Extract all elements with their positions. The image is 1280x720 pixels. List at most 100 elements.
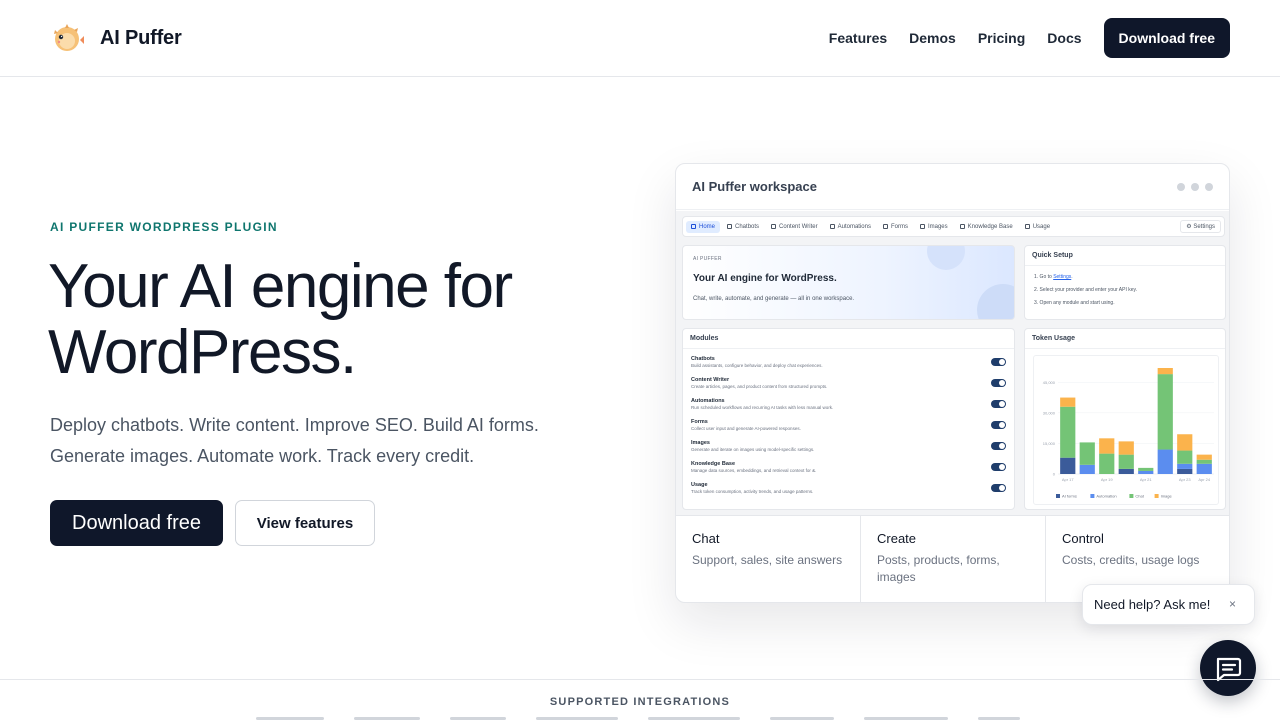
module-desc: Run scheduled workflows and recurring AI… <box>691 405 834 410</box>
module-row-chatbots: Chatbots Build assistants, configure beh… <box>683 353 1014 374</box>
view-features-button[interactable]: View features <box>235 500 375 546</box>
brand-name: AI Puffer <box>100 26 182 49</box>
quick-setup-step-2: 2. Select your provider and enter your A… <box>1034 287 1138 293</box>
chart-bar-segment <box>1138 467 1154 471</box>
feature-title: Chat <box>692 531 720 546</box>
section-divider <box>0 679 1280 680</box>
nav-link-docs[interactable]: Docs <box>1047 30 1081 46</box>
site-header: AI Puffer Features Demos Pricing Docs Do… <box>0 0 1280 77</box>
settings-button[interactable]: ⚙ Settings <box>1180 220 1221 233</box>
hero-subtitle-line2: Generate images. Automate work. Track ev… <box>50 446 475 466</box>
module-toggle[interactable] <box>991 358 1006 366</box>
brand[interactable]: AI Puffer <box>50 20 182 56</box>
tab-content-writer[interactable]: Content Writer <box>766 221 823 233</box>
nav-link-pricing[interactable]: Pricing <box>978 30 1025 46</box>
chatbot-icon <box>727 224 733 229</box>
feature-title: Control <box>1062 531 1104 546</box>
tab-label: Forms <box>890 223 908 230</box>
module-desc: Generate and iterate on images using mod… <box>691 447 815 452</box>
help-bubble[interactable]: Need help? Ask me! × <box>1082 584 1255 625</box>
tab-automations[interactable]: Automations <box>825 221 876 233</box>
module-name: Chatbots <box>691 356 715 362</box>
module-name: Content Writer <box>691 377 730 383</box>
feature-desc: Posts, products, forms, images <box>877 553 1000 584</box>
banner-eyebrow: AI PUFFER <box>693 256 722 262</box>
feature-chat: Chat Support, sales, site answers <box>676 516 861 602</box>
chart-bar-segment <box>1177 434 1193 451</box>
window-dot <box>1191 183 1199 191</box>
chart-bar-segment <box>1118 441 1134 455</box>
module-toggle[interactable] <box>991 442 1006 450</box>
feature-title: Create <box>877 531 917 546</box>
form-icon <box>882 224 888 229</box>
module-desc: Create articles, pages, and product cont… <box>691 384 828 389</box>
chart-bar-segment <box>1060 406 1076 458</box>
chart-legend-swatch <box>1056 494 1060 498</box>
chart-legend-label: AI forms <box>1062 494 1077 499</box>
tab-chatbots[interactable]: Chatbots <box>722 221 764 233</box>
chart-bar-segment <box>1157 368 1173 375</box>
workspace-body: Home Chatbots Content Writer Automations… <box>676 211 1229 515</box>
tab-forms[interactable]: Forms <box>878 221 913 233</box>
module-toggle[interactable] <box>991 421 1006 429</box>
tab-label: Knowledge Base <box>967 223 1013 230</box>
tab-usage[interactable]: Usage <box>1020 221 1055 233</box>
welcome-banner: AI PUFFER Your AI engine for WordPress. … <box>682 245 1015 320</box>
tab-label: Automations <box>837 223 871 230</box>
nav-link-features[interactable]: Features <box>829 30 887 46</box>
module-desc: Collect user input and generate AI-power… <box>691 426 801 431</box>
module-toggle[interactable] <box>991 400 1006 408</box>
module-row-automations: Automations Run scheduled workflows and … <box>683 395 1014 416</box>
module-toggle[interactable] <box>991 379 1006 387</box>
tab-images[interactable]: Images <box>915 221 953 233</box>
close-icon[interactable]: × <box>1229 597 1236 611</box>
decorative-circle <box>927 246 965 270</box>
chart-y-tick-label: 30,000 <box>1043 410 1056 415</box>
settings-link[interactable]: Settings <box>1053 274 1071 280</box>
chart-y-tick-label: 0 <box>1053 472 1056 477</box>
module-desc: Track token consumption, activity trends… <box>691 489 814 494</box>
chart-x-tick-label: Apr 23 <box>1179 477 1192 482</box>
module-name: Automations <box>691 398 725 404</box>
chart-x-tick-label: Apr 19 <box>1101 477 1114 482</box>
chart-legend-swatch <box>1090 494 1095 498</box>
modules-title: Modules <box>683 329 1014 349</box>
module-toggle[interactable] <box>991 484 1006 492</box>
header-download-button[interactable]: Download free <box>1103 18 1230 58</box>
chart-bar-segment <box>1177 450 1193 464</box>
tab-home[interactable]: Home <box>686 220 721 233</box>
window-dot <box>1177 183 1185 191</box>
chart-x-tick-label: Apr 21 <box>1140 477 1153 482</box>
step-text: 1. Go to <box>1034 274 1054 280</box>
image-icon <box>919 224 925 229</box>
workspace-title: AI Puffer workspace <box>692 179 817 194</box>
chart-y-tick-label: 15,000 <box>1043 441 1056 446</box>
quick-setup-panel: Quick Setup 1. Go to Settings. 2. Select… <box>1024 245 1226 320</box>
chart-legend-swatch <box>1154 494 1159 498</box>
hero-subtitle: Deploy chatbots. Write content. Improve … <box>50 410 610 472</box>
feature-desc: Costs, credits, usage logs <box>1062 553 1200 567</box>
chart-bar-segment <box>1118 454 1134 469</box>
tab-label: Chatbots <box>735 223 760 230</box>
tab-knowledge-base[interactable]: Knowledge Base <box>955 221 1018 233</box>
hero-download-button[interactable]: Download free <box>50 500 223 546</box>
hero-eyebrow: AI PUFFER WORDPRESS PLUGIN <box>50 220 278 234</box>
pufferfish-logo-icon <box>50 20 86 56</box>
token-usage-panel: Token Usage 0 15,000 30,000 45,000 Apr 17 Apr… <box>1024 328 1226 510</box>
chart-bar-segment <box>1196 454 1212 460</box>
chat-launcher-button[interactable] <box>1200 640 1256 696</box>
workspace-header: AI Puffer workspace <box>676 164 1229 210</box>
nav-link-demos[interactable]: Demos <box>909 30 956 46</box>
chart-bar-segment <box>1118 468 1134 474</box>
chart-bar-segment <box>1157 374 1173 450</box>
module-toggle[interactable] <box>991 463 1006 471</box>
chart-bar-segment <box>1138 470 1154 474</box>
tab-label: Images <box>927 223 948 230</box>
window-dot <box>1205 183 1213 191</box>
banner-title: Your AI engine for WordPress. <box>693 273 837 284</box>
module-row-usage: Usage Track token consumption, activity … <box>683 479 1014 500</box>
workspace-preview: AI Puffer workspace Home Chatbots Conten… <box>675 163 1230 603</box>
chart-bar-segment <box>1196 459 1212 464</box>
automation-icon <box>829 224 835 229</box>
window-dots <box>1177 183 1213 191</box>
